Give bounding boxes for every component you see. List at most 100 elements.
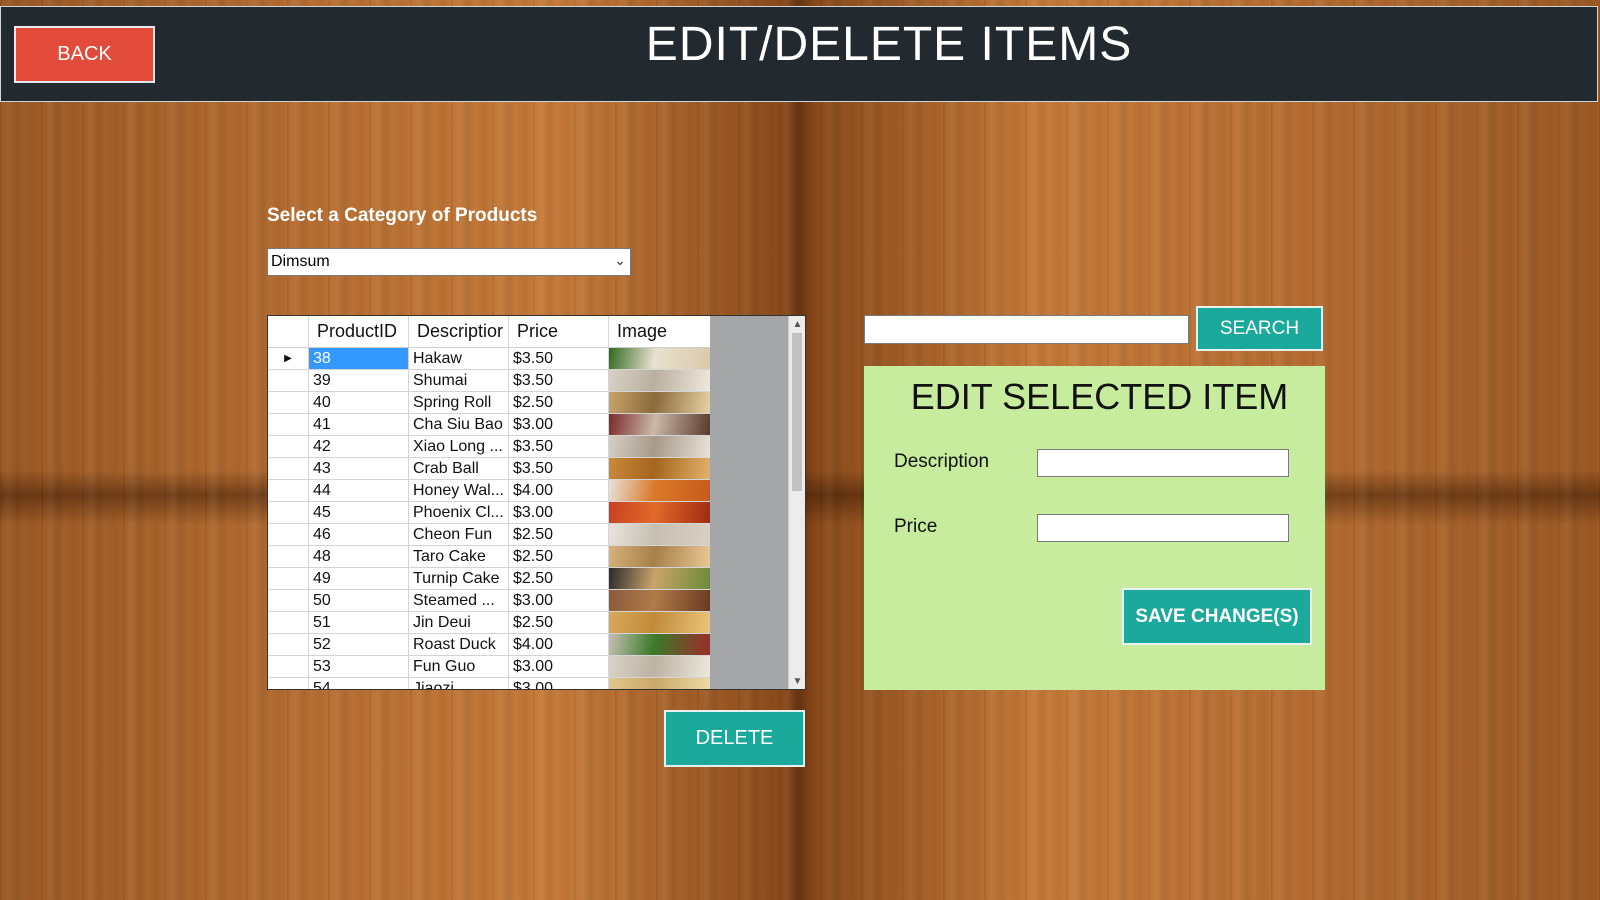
cell-productid[interactable]: 48 <box>309 546 409 567</box>
cell-image[interactable] <box>609 656 710 677</box>
price-field[interactable] <box>1037 514 1289 542</box>
row-indicator[interactable] <box>268 568 309 589</box>
column-header-productid[interactable]: ProductID <box>309 316 409 347</box>
cell-productid[interactable]: 51 <box>309 612 409 633</box>
cell-productid[interactable]: 39 <box>309 370 409 391</box>
cell-productid[interactable]: 42 <box>309 436 409 457</box>
table-row[interactable]: 52 Roast Duck $4.00 <box>268 634 710 656</box>
grid-scrollbar[interactable]: ▲ ▼ <box>788 316 805 689</box>
table-row[interactable]: 42 Xiao Long ... $3.50 <box>268 436 710 458</box>
cell-description[interactable]: Jiaozi <box>409 678 509 689</box>
cell-productid[interactable]: 53 <box>309 656 409 677</box>
cell-productid[interactable]: 45 <box>309 502 409 523</box>
cell-productid[interactable]: 40 <box>309 392 409 413</box>
cell-price[interactable]: $2.50 <box>509 546 609 567</box>
row-indicator[interactable] <box>268 590 309 611</box>
column-header-price[interactable]: Price <box>509 316 609 347</box>
cell-description[interactable]: Jin Deui <box>409 612 509 633</box>
description-field[interactable] <box>1037 449 1289 477</box>
save-changes-button[interactable]: SAVE CHANGE(S) <box>1122 588 1312 645</box>
table-row[interactable]: 50 Steamed ... $3.00 <box>268 590 710 612</box>
cell-price[interactable]: $3.00 <box>509 678 609 689</box>
cell-description[interactable]: Xiao Long ... <box>409 436 509 457</box>
row-indicator[interactable] <box>268 546 309 567</box>
table-row[interactable]: 39 Shumai $3.50 <box>268 370 710 392</box>
cell-description[interactable]: Cha Siu Bao <box>409 414 509 435</box>
row-indicator[interactable] <box>268 414 309 435</box>
cell-image[interactable] <box>609 568 710 589</box>
search-input[interactable] <box>864 315 1189 344</box>
cell-description[interactable]: Cheon Fun <box>409 524 509 545</box>
row-indicator[interactable] <box>268 436 309 457</box>
table-row[interactable]: 45 Phoenix Cl... $3.00 <box>268 502 710 524</box>
table-row[interactable]: 40 Spring Roll $2.50 <box>268 392 710 414</box>
row-indicator[interactable] <box>268 612 309 633</box>
cell-image[interactable] <box>609 678 710 689</box>
cell-description[interactable]: Steamed ... <box>409 590 509 611</box>
scroll-down-icon[interactable]: ▼ <box>789 673 805 689</box>
cell-price[interactable]: $2.50 <box>509 612 609 633</box>
cell-description[interactable]: Hakaw <box>409 348 509 369</box>
cell-description[interactable]: Turnip Cake <box>409 568 509 589</box>
cell-image[interactable] <box>609 634 710 655</box>
cell-price[interactable]: $3.00 <box>509 656 609 677</box>
products-grid[interactable]: ProductID Descriptior Price Image ▶ 38 Hak… <box>267 315 806 690</box>
cell-productid[interactable]: 44 <box>309 480 409 501</box>
table-row[interactable]: 53 Fun Guo $3.00 <box>268 656 710 678</box>
scrollbar-thumb[interactable] <box>792 333 802 491</box>
row-indicator[interactable] <box>268 524 309 545</box>
cell-description[interactable]: Spring Roll <box>409 392 509 413</box>
row-indicator[interactable] <box>268 480 309 501</box>
cell-image[interactable] <box>609 546 710 567</box>
row-indicator[interactable] <box>268 634 309 655</box>
row-indicator[interactable] <box>268 370 309 391</box>
cell-description[interactable]: Phoenix Cl... <box>409 502 509 523</box>
cell-price[interactable]: $3.50 <box>509 348 609 369</box>
cell-description[interactable]: Honey Wal... <box>409 480 509 501</box>
row-indicator[interactable] <box>268 458 309 479</box>
table-row[interactable]: 46 Cheon Fun $2.50 <box>268 524 710 546</box>
table-row[interactable]: ▶ 38 Hakaw $3.50 <box>268 348 710 370</box>
cell-price[interactable]: $3.00 <box>509 590 609 611</box>
cell-image[interactable] <box>609 436 710 457</box>
delete-button[interactable]: DELETE <box>664 710 805 767</box>
cell-image[interactable] <box>609 370 710 391</box>
cell-price[interactable]: $3.00 <box>509 414 609 435</box>
cell-description[interactable]: Shumai <box>409 370 509 391</box>
table-row[interactable]: 43 Crab Ball $3.50 <box>268 458 710 480</box>
cell-image[interactable] <box>609 414 710 435</box>
cell-description[interactable]: Roast Duck <box>409 634 509 655</box>
column-header-image[interactable]: Image <box>609 316 710 347</box>
scroll-up-icon[interactable]: ▲ <box>789 316 805 332</box>
cell-price[interactable]: $2.50 <box>509 392 609 413</box>
cell-description[interactable]: Fun Guo <box>409 656 509 677</box>
table-row[interactable]: 48 Taro Cake $2.50 <box>268 546 710 568</box>
cell-productid[interactable]: 46 <box>309 524 409 545</box>
cell-price[interactable]: $3.50 <box>509 370 609 391</box>
cell-productid[interactable]: 43 <box>309 458 409 479</box>
row-indicator[interactable]: ▶ <box>268 348 309 369</box>
cell-price[interactable]: $3.50 <box>509 436 609 457</box>
cell-productid[interactable]: 50 <box>309 590 409 611</box>
cell-image[interactable] <box>609 480 710 501</box>
cell-image[interactable] <box>609 590 710 611</box>
row-indicator[interactable] <box>268 392 309 413</box>
cell-productid[interactable]: 52 <box>309 634 409 655</box>
row-indicator[interactable] <box>268 678 309 689</box>
cell-price[interactable]: $4.00 <box>509 634 609 655</box>
cell-productid[interactable]: 54 <box>309 678 409 689</box>
search-button[interactable]: SEARCH <box>1196 306 1323 351</box>
cell-productid[interactable]: 49 <box>309 568 409 589</box>
cell-image[interactable] <box>609 502 710 523</box>
cell-image[interactable] <box>609 392 710 413</box>
cell-price[interactable]: $2.50 <box>509 524 609 545</box>
table-row[interactable]: 41 Cha Siu Bao $3.00 <box>268 414 710 436</box>
cell-image[interactable] <box>609 348 710 369</box>
table-row[interactable]: 51 Jin Deui $2.50 <box>268 612 710 634</box>
cell-productid[interactable]: 38 <box>309 348 409 369</box>
cell-productid[interactable]: 41 <box>309 414 409 435</box>
row-indicator[interactable] <box>268 656 309 677</box>
table-row[interactable]: 44 Honey Wal... $4.00 <box>268 480 710 502</box>
row-indicator[interactable] <box>268 502 309 523</box>
cell-image[interactable] <box>609 524 710 545</box>
